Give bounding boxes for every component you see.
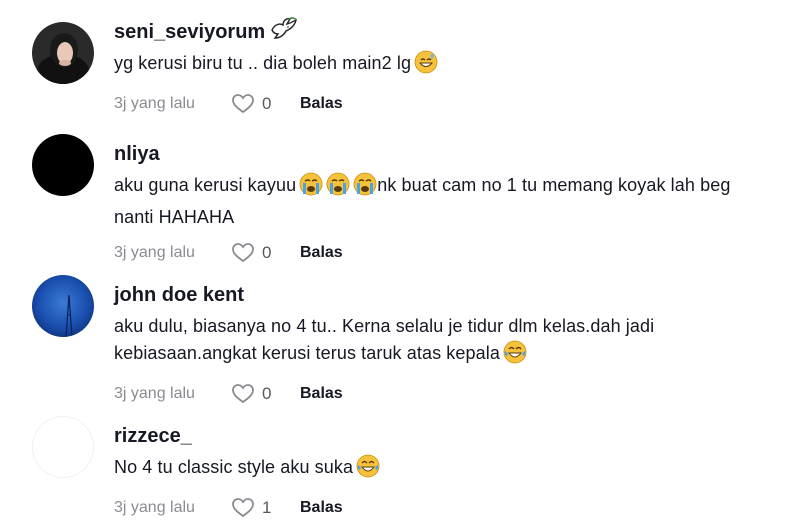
timestamp: 3j yang lalu xyxy=(114,385,195,402)
heart-icon[interactable] xyxy=(232,243,254,263)
comment-text-content: aku dulu, biasanya no 4 tu.. Kerna selal… xyxy=(114,316,655,336)
comment-text-content: nanti HAHAHA xyxy=(114,207,235,227)
comment-body: seni_seviyorum yg kerusi biru tu .. dia … xyxy=(114,17,779,118)
reply-button[interactable]: Balas xyxy=(300,385,343,403)
heart-icon[interactable] xyxy=(232,94,254,114)
dove-icon xyxy=(269,16,299,48)
comment-text-content: yg kerusi biru tu .. dia boleh main2 lg xyxy=(114,53,412,73)
avatar[interactable] xyxy=(32,416,94,478)
comment-text-content: kebiasaan.angkat kerusi terus taruk atas… xyxy=(114,343,500,363)
like-button[interactable]: 1 xyxy=(232,498,286,518)
comment-body: rizzece_ No 4 tu classic style aku suka … xyxy=(114,424,779,522)
reply-button[interactable]: Balas xyxy=(300,499,343,517)
like-count: 0 xyxy=(262,384,272,403)
comment-meta: 3j yang lalu 1 Balas xyxy=(114,494,779,522)
username[interactable]: john doe kent xyxy=(114,283,779,307)
comment-text: No 4 tu classic style aku suka xyxy=(114,454,779,486)
like-count: 0 xyxy=(262,94,272,113)
comment-meta: 3j yang lalu 0 Balas xyxy=(114,239,779,267)
timestamp: 3j yang lalu xyxy=(114,499,195,516)
crying-face-emoji xyxy=(299,172,323,204)
like-button[interactable]: 0 xyxy=(232,243,286,263)
comment-meta: 3j yang lalu 0 Balas xyxy=(114,90,779,118)
crying-face-emoji xyxy=(353,172,377,204)
comment-text: aku guna kerusi kayuu nk buat cam no 1 tu… xyxy=(114,172,779,231)
username-text[interactable]: rizzece_ xyxy=(114,424,192,448)
comment-meta: 3j yang lalu 0 Balas xyxy=(114,380,779,408)
reply-button[interactable]: Balas xyxy=(300,244,343,262)
reply-button[interactable]: Balas xyxy=(300,95,343,113)
tears-of-joy-emoji xyxy=(503,340,527,372)
like-button[interactable]: 0 xyxy=(232,384,286,404)
username-text[interactable]: john doe kent xyxy=(114,283,244,307)
comment-text: yg kerusi biru tu .. dia boleh main2 lg xyxy=(114,50,779,82)
like-button[interactable]: 0 xyxy=(232,94,286,114)
comment-text-content: nk buat cam no 1 tu memang koyak lah beg xyxy=(377,175,731,195)
comment-text-content: No 4 tu classic style aku suka xyxy=(114,457,354,477)
username[interactable]: nliya xyxy=(114,142,779,166)
username[interactable]: seni_seviyorum xyxy=(114,17,779,44)
timestamp: 3j yang lalu xyxy=(114,244,195,261)
comment-body: john doe kent aku dulu, biasanya no 4 tu… xyxy=(114,283,779,408)
comment-body: nliya aku guna kerusi kayuu nk buat cam n… xyxy=(114,142,779,267)
username-text[interactable]: seni_seviyorum xyxy=(114,20,265,44)
comment-text: aku dulu, biasanya no 4 tu.. Kerna selal… xyxy=(114,313,779,372)
avatar[interactable] xyxy=(32,22,94,84)
grinning-sweat-emoji xyxy=(414,50,438,82)
like-count: 1 xyxy=(262,498,272,517)
timestamp: 3j yang lalu xyxy=(114,95,195,112)
username-text[interactable]: nliya xyxy=(114,142,160,166)
tears-of-joy-emoji xyxy=(356,454,380,486)
avatar[interactable] xyxy=(32,134,94,196)
crying-face-emoji xyxy=(326,172,350,204)
heart-icon[interactable] xyxy=(232,384,254,404)
comment-text-content: aku guna kerusi kayuu xyxy=(114,175,297,195)
username[interactable]: rizzece_ xyxy=(114,424,779,448)
like-count: 0 xyxy=(262,243,272,262)
avatar[interactable] xyxy=(32,275,94,337)
heart-icon[interactable] xyxy=(232,498,254,518)
